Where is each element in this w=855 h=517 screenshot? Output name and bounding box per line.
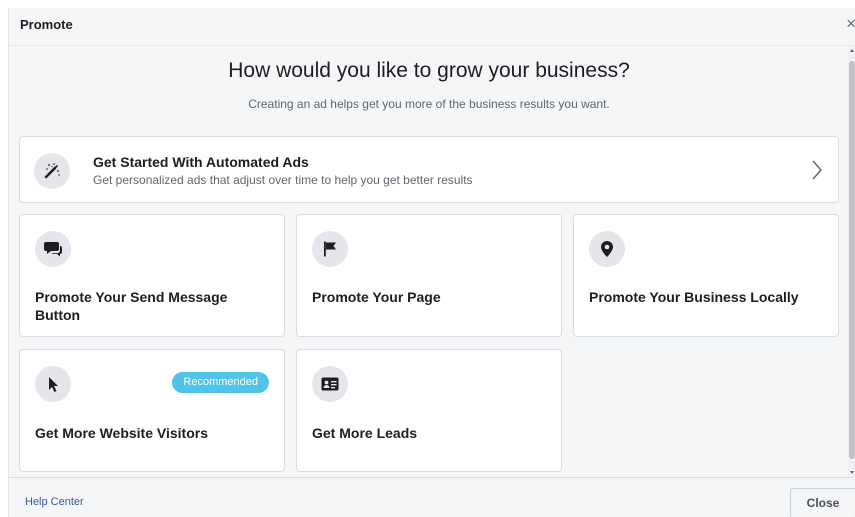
magic-wand-icon [34, 153, 70, 189]
headline: How would you like to grow your business… [228, 59, 630, 82]
recommended-badge: Recommended [172, 372, 269, 393]
promote-dialog: Promote × How would you like to grow you… [8, 8, 855, 517]
help-center-link[interactable]: Help Center [25, 496, 84, 508]
option-title: Promote Your Send Message Button [35, 289, 228, 323]
dialog-footer: Help Center Close [9, 477, 855, 517]
promote-page-card[interactable]: Promote Your Page [296, 214, 562, 337]
option-title: Promote Your Business Locally [589, 289, 799, 305]
scrollbar-thumb[interactable] [849, 61, 855, 459]
scroll-up-arrow-icon[interactable] [850, 49, 854, 52]
dialog-header: Promote × [9, 8, 855, 46]
subheadline: Creating an ad helps get you more of the… [248, 97, 610, 111]
flag-icon [312, 231, 348, 267]
promote-business-locally-card[interactable]: Promote Your Business Locally [573, 214, 839, 337]
option-title: Get More Website Visitors [35, 425, 208, 441]
option-title: Promote Your Page [312, 289, 441, 305]
promote-send-message-button-card[interactable]: Promote Your Send Message Button [19, 214, 285, 337]
automated-ads-title: Get Started With Automated Ads [93, 154, 309, 170]
close-button[interactable]: Close [790, 488, 855, 517]
dialog-title: Promote [20, 17, 73, 32]
option-title: Get More Leads [312, 425, 418, 441]
top-strip [0, 0, 855, 8]
dialog-content: How would you like to grow your business… [9, 47, 855, 476]
automated-ads-description: Get personalized ads that adjust over ti… [93, 173, 473, 187]
location-pin-icon [589, 231, 625, 267]
close-icon[interactable]: × [842, 15, 855, 33]
get-more-website-visitors-card[interactable]: Recommended Get More Website Visitors [19, 349, 285, 472]
chevron-right-icon [810, 159, 824, 181]
automated-ads-card[interactable]: Get Started With Automated Ads Get perso… [19, 136, 839, 203]
contact-card-icon [312, 366, 348, 402]
vertical-scrollbar[interactable] [848, 47, 855, 476]
speech-bubbles-icon [35, 231, 71, 267]
get-more-leads-card[interactable]: Get More Leads [296, 349, 562, 472]
scroll-down-arrow-icon[interactable] [850, 471, 854, 474]
cursor-arrow-icon [35, 366, 71, 402]
